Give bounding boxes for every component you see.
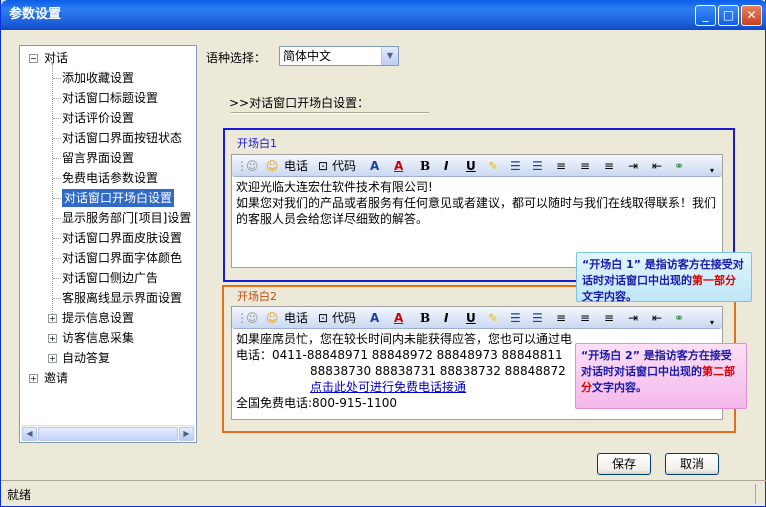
greeting2-label: 开场白2	[237, 290, 277, 303]
tree-item[interactable]: 对话窗口标题设置	[62, 89, 158, 107]
language-label: 语种选择：	[206, 51, 267, 65]
link-icon[interactable]: ⚭	[674, 158, 684, 174]
indent-icon[interactable]: ⇥	[628, 158, 638, 174]
font-color-icon[interactable]: A	[394, 310, 403, 326]
tree-item[interactable]: 留言界面设置	[62, 149, 134, 167]
highlight-icon[interactable]: ✎	[488, 158, 498, 174]
outdent-icon[interactable]: ⇤	[652, 158, 662, 174]
phone-button[interactable]: 电话	[284, 310, 308, 326]
divider	[231, 112, 429, 114]
tree-root-invite[interactable]: 邀请	[44, 369, 68, 387]
scroll-left-icon[interactable]: ◀	[22, 427, 37, 441]
toolbar-more-icon[interactable]: ▾	[710, 315, 714, 331]
scroll-right-icon[interactable]: ▶	[179, 427, 194, 441]
tree-root-dialog[interactable]: 对话	[44, 49, 68, 67]
greeting2-tooltip: “开场白 2” 是指访客方在接受对话时对话窗口中出现的第二部分文字内容。	[575, 343, 747, 409]
greeting1-editor[interactable]: ⋮ ☺ ☺ 电话 ⊡ 代码 A A B I U ✎ ☰ ☰ ≡ ≡ ≡ ⇥ ⇤ …	[231, 154, 723, 268]
phone-icon[interactable]: ☺	[266, 158, 279, 174]
unordered-list-icon[interactable]: ☰	[532, 310, 543, 326]
align-center-icon[interactable]: ≡	[580, 158, 590, 174]
emoji-icon[interactable]: ☺	[246, 158, 259, 174]
align-left-icon[interactable]: ≡	[556, 158, 566, 174]
phone-button[interactable]: 电话	[284, 158, 308, 174]
bold-button[interactable]: B	[420, 311, 430, 325]
unordered-list-icon[interactable]: ☰	[532, 158, 543, 174]
tree-item[interactable]: 对话窗口侧边广告	[62, 269, 158, 287]
font-color-icon[interactable]: A	[394, 158, 403, 174]
cancel-button[interactable]: 取消	[665, 453, 719, 475]
align-right-icon[interactable]: ≡	[604, 158, 614, 174]
tree-item[interactable]: 对话评价设置	[62, 109, 134, 127]
language-value: 简体中文	[283, 49, 332, 63]
tree-item[interactable]: 显示服务部门[项目]设置	[62, 209, 191, 227]
tree-item[interactable]: 对话窗口界面按钮状态	[62, 129, 182, 147]
italic-button[interactable]: I	[444, 310, 448, 326]
language-select[interactable]: 简体中文 ▼	[279, 46, 399, 66]
greeting1-tooltip: “开场白 1” 是指访客方在接受对话时对话窗口中出现的第一部分文字内容。	[576, 252, 752, 303]
scroll-thumb[interactable]	[38, 427, 178, 441]
tree-item[interactable]: 免费电话参数设置	[62, 169, 158, 187]
bold-button[interactable]: B	[420, 159, 430, 173]
tree-item[interactable]: 对话窗口开场白设置	[62, 189, 175, 207]
section-title: >>对话窗口开场白设置：	[229, 96, 370, 110]
emoji-icon[interactable]: ☺	[246, 310, 259, 326]
expand-icon[interactable]: +	[48, 314, 57, 323]
tree-item[interactable]: 对话窗口界面字体颜色	[62, 249, 182, 267]
greeting1-toolbar: ⋮ ☺ ☺ 电话 ⊡ 代码 A A B I U ✎ ☰ ☰ ≡ ≡ ≡ ⇥ ⇤ …	[232, 155, 722, 177]
settings-tree: − 对话 + 邀请 ◀ ▶ 添加收藏设置对话窗口标题设置 对话评价设置对话窗口界面…	[19, 45, 197, 443]
settings-window: 参数设置 _ □ ✕ − 对话 + 邀请 ◀ ▶ 添加收藏设置 对话窗口标题设置对…	[0, 0, 766, 507]
code-icon[interactable]: ⊡	[318, 158, 328, 174]
save-button[interactable]: 保存	[597, 453, 651, 475]
tree-item[interactable]: 添加收藏设置	[62, 69, 134, 87]
toolbar-more-icon[interactable]: ▾	[710, 163, 714, 179]
window-title: 参数设置	[9, 7, 62, 22]
font-size-icon[interactable]: A	[370, 158, 379, 174]
tree-item[interactable]: 客服离线显示界面设置	[62, 289, 182, 307]
expand-icon[interactable]: +	[48, 334, 57, 343]
ordered-list-icon[interactable]: ☰	[510, 158, 521, 174]
indent-icon[interactable]: ⇥	[628, 310, 638, 326]
expand-icon[interactable]: +	[48, 354, 57, 363]
outdent-icon[interactable]: ⇤	[652, 310, 662, 326]
tree-group[interactable]: 提示信息设置	[62, 309, 134, 327]
link-icon[interactable]: ⚭	[674, 310, 684, 326]
align-center-icon[interactable]: ≡	[580, 310, 590, 326]
collapse-icon[interactable]: −	[29, 54, 38, 63]
status-divider	[1, 480, 766, 481]
ordered-list-icon[interactable]: ☰	[510, 310, 521, 326]
tree-item[interactable]: 对话窗口界面皮肤设置	[62, 229, 182, 247]
chevron-down-icon[interactable]: ▼	[381, 47, 398, 65]
greeting1-label: 开场白1	[237, 137, 277, 150]
code-button[interactable]: 代码	[332, 310, 356, 326]
tree-group[interactable]: 访客信息采集	[62, 329, 134, 347]
greeting1-text: 欢迎光临大连宏仕软件技术有限公司! 如果您对我们的产品或者服务有任何意见或者建议…	[236, 180, 717, 226]
horizontal-scrollbar[interactable]: ◀ ▶	[21, 425, 195, 441]
highlight-icon[interactable]: ✎	[488, 310, 498, 326]
align-left-icon[interactable]: ≡	[556, 310, 566, 326]
greeting2-toolbar: ⋮ ☺ ☺ 电话 ⊡ 代码 A A B I U ✎ ☰ ☰ ≡ ≡ ≡ ⇥ ⇤ …	[232, 307, 722, 329]
underline-button[interactable]: U	[466, 310, 476, 326]
minimize-button[interactable]: _	[695, 5, 716, 26]
title-bar: 参数设置	[1, 0, 766, 30]
underline-button[interactable]: U	[466, 158, 476, 174]
expand-icon[interactable]: +	[29, 374, 38, 383]
font-size-icon[interactable]: A	[370, 310, 379, 326]
tree-group[interactable]: 自动答复	[62, 349, 110, 367]
maximize-button[interactable]: □	[718, 5, 739, 26]
align-right-icon[interactable]: ≡	[604, 310, 614, 326]
italic-button[interactable]: I	[444, 158, 448, 174]
code-button[interactable]: 代码	[332, 158, 356, 174]
status-separator	[755, 484, 756, 504]
code-icon[interactable]: ⊡	[318, 310, 328, 326]
status-text: 就绪	[7, 488, 32, 502]
close-button[interactable]: ✕	[741, 5, 762, 26]
phone-icon[interactable]: ☺	[266, 310, 279, 326]
